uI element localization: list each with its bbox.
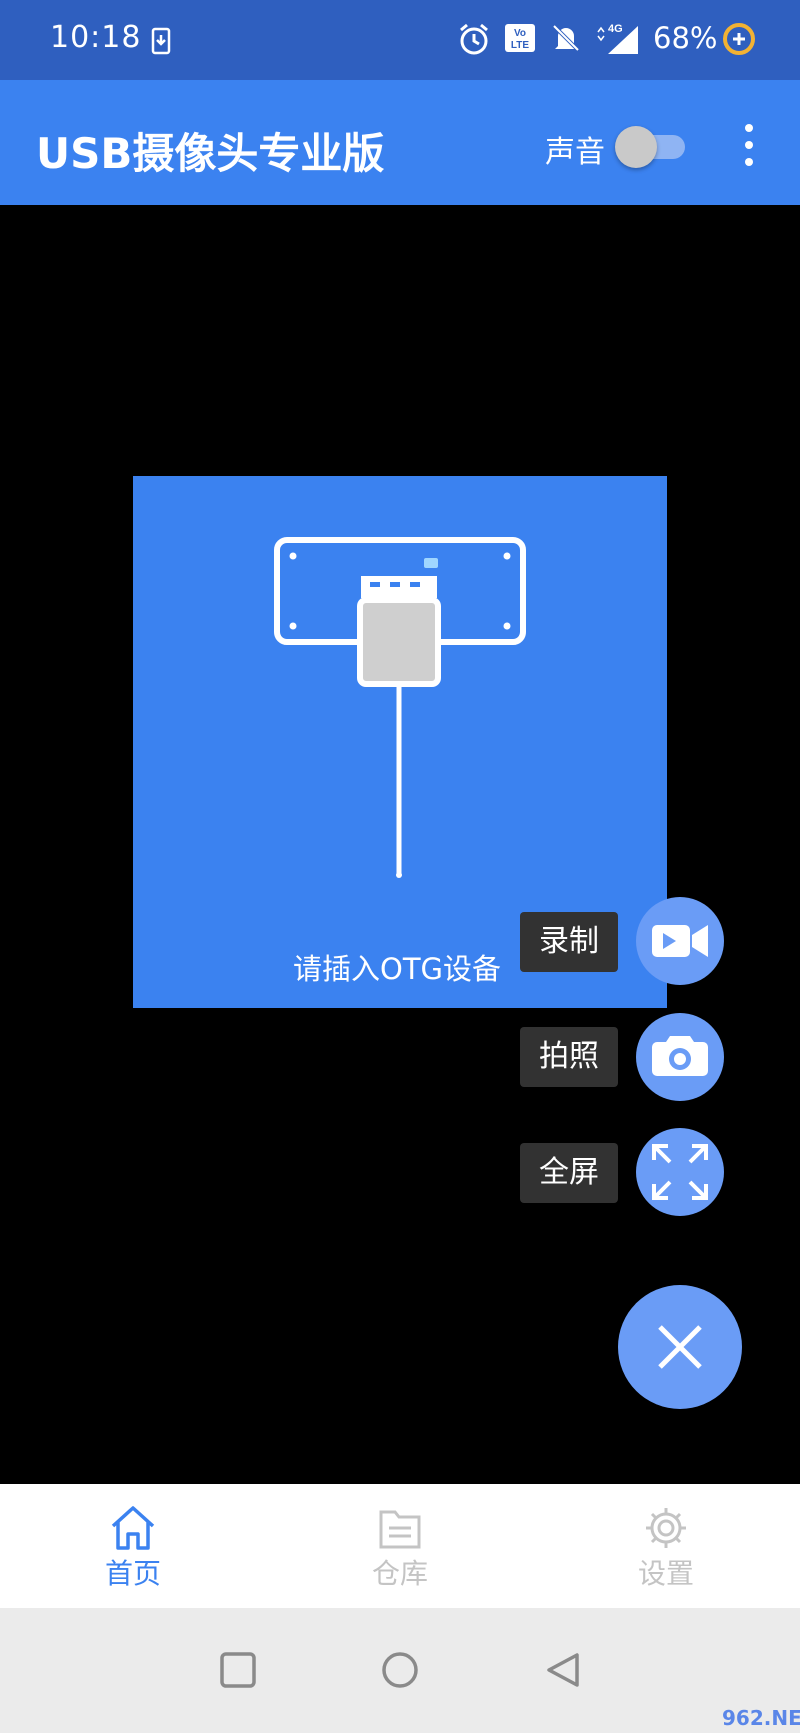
tab-settings[interactable]: 设置 — [586, 1484, 746, 1608]
fullscreen-button[interactable] — [636, 1128, 724, 1216]
photo-label[interactable]: 拍照 — [520, 1027, 618, 1087]
video-camera-icon — [652, 925, 708, 957]
svg-text:LTE: LTE — [511, 40, 529, 51]
signal-4g-icon: 4G — [594, 20, 640, 60]
recent-apps-icon[interactable] — [218, 1650, 258, 1690]
fab-close-button[interactable] — [618, 1285, 742, 1409]
download-notification-icon — [150, 27, 174, 59]
status-bar: 10:18 Vo LTE 4G 68% — [0, 0, 800, 80]
record-label[interactable]: 录制 — [520, 912, 618, 972]
svg-text:Vo: Vo — [514, 28, 526, 39]
tab-home[interactable]: 首页 — [53, 1484, 213, 1608]
fullscreen-label[interactable]: 全屏 — [520, 1143, 618, 1203]
status-time: 10:18 — [50, 20, 142, 55]
home-icon — [111, 1506, 155, 1550]
sound-toggle-thumb — [615, 126, 657, 168]
tab-settings-label: 设置 — [637, 1557, 694, 1590]
battery-saver-icon — [722, 22, 756, 60]
camera-icon — [652, 1036, 708, 1076]
tab-home-label: 首页 — [104, 1557, 161, 1590]
home-circle-icon[interactable] — [380, 1650, 420, 1690]
volte-icon: Vo LTE — [503, 22, 537, 58]
bottom-navigation: 首页 仓库 设置 — [0, 1484, 800, 1608]
back-icon[interactable] — [543, 1650, 583, 1690]
folder-icon — [379, 1510, 421, 1549]
watermark-logo: 962.NET — [722, 1706, 800, 1730]
photo-button[interactable] — [636, 1013, 724, 1101]
close-icon — [658, 1325, 702, 1369]
sound-label: 声音 — [545, 135, 605, 170]
svg-text:4G: 4G — [608, 23, 623, 35]
app-bar: USB摄像头专业版 声音 — [0, 80, 800, 205]
expand-icon — [652, 1144, 708, 1200]
alarm-icon — [457, 22, 491, 60]
system-navigation-bar: 962.NET — [0, 1608, 800, 1733]
app-title: USB摄像头专业版 — [36, 129, 385, 178]
record-button[interactable] — [636, 897, 724, 985]
overflow-menu-button[interactable] — [735, 120, 765, 170]
tab-repository-label: 仓库 — [371, 1557, 428, 1590]
gear-icon — [646, 1508, 686, 1548]
battery-percent: 68% — [653, 21, 718, 55]
mute-bell-icon — [550, 22, 582, 58]
sound-toggle[interactable] — [615, 124, 687, 170]
tab-repository[interactable]: 仓库 — [320, 1484, 480, 1608]
